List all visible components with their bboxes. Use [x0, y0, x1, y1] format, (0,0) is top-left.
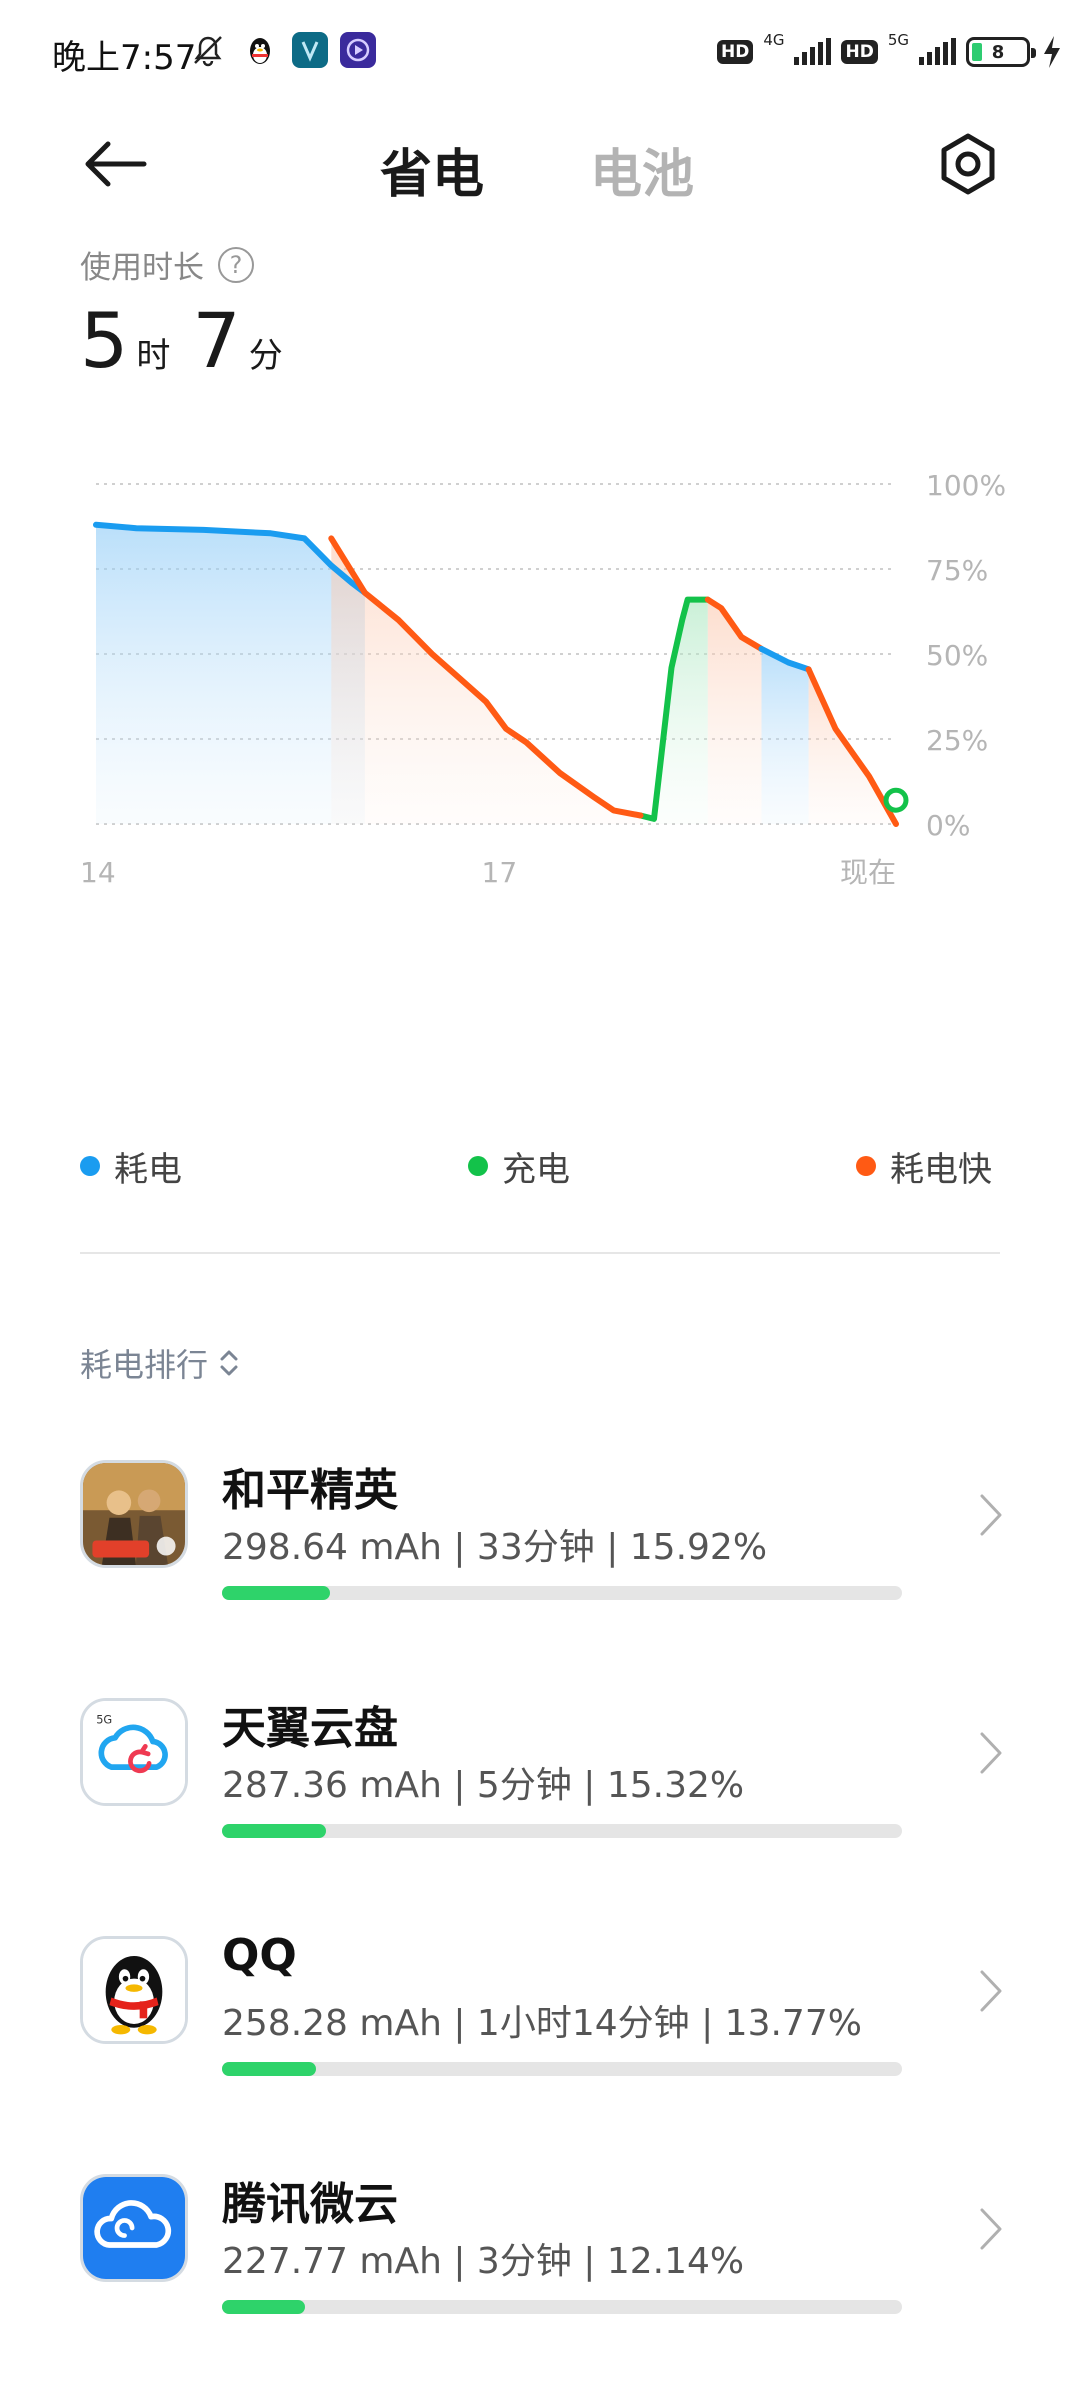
series-area-fill	[96, 524, 365, 824]
x-tick-label: 14	[80, 856, 116, 889]
app-row-heping[interactable]: 和平精英 298.64 mAh | 33分钟 | 15.92%	[0, 1434, 1080, 1634]
signal-icon	[794, 38, 832, 65]
battery-level-chart: 100% 75% 50% 25% 0% 14 17 现在	[80, 469, 1006, 889]
hd-badge: HD	[716, 40, 754, 64]
cloud-icon	[80, 2174, 188, 2282]
usage-hours: 5	[80, 296, 129, 385]
usage-time-title: 使用时长	[80, 250, 204, 286]
legend-drain-dot	[80, 1156, 100, 1176]
usage-bar-track	[222, 1586, 902, 1600]
network-type-label: 4G	[763, 31, 785, 49]
usage-bar-fill	[222, 1824, 327, 1838]
tab-power-saving[interactable]: 省电	[380, 132, 484, 207]
usage-minutes-unit: 分	[248, 336, 283, 376]
tab-battery[interactable]: 电池	[590, 132, 694, 207]
help-icon[interactable]: ?	[218, 246, 254, 283]
legend-fast-drain-label: 耗电快	[890, 1149, 992, 1190]
series-area-fill	[707, 599, 762, 824]
series-area-fill	[331, 538, 641, 824]
settings-gear-icon[interactable]	[932, 128, 1004, 200]
usage-time-value: 5 时 7 分	[80, 296, 297, 385]
hd-badge-2: HD	[841, 40, 878, 64]
charging-bolt-icon	[1044, 36, 1060, 68]
series-area-fill	[640, 599, 708, 824]
video-notification-icon	[340, 32, 376, 68]
silent-bell-icon	[194, 36, 222, 67]
app-header: 省电 电池	[0, 110, 1080, 220]
svg-text:5G: 5G	[96, 1713, 112, 1727]
signal-icon-2	[919, 38, 956, 65]
usage-time-label: 使用时长 ?	[80, 242, 254, 287]
usage-minutes: 7	[192, 296, 241, 385]
legend-drain-label: 耗电	[114, 1149, 182, 1190]
app-name: 天翼云盘	[222, 1703, 398, 1754]
legend-item-fast-drain: 耗电快	[856, 1136, 992, 1196]
battery-level: 8	[991, 41, 1005, 63]
app-name: 和平精英	[222, 1465, 398, 1516]
legend-charge-dot	[468, 1156, 488, 1176]
app-notification-icon	[292, 32, 328, 68]
y-tick-label: 0%	[926, 809, 970, 842]
app-stats: 287.36 mAh | 5分钟 | 15.32%	[222, 1765, 745, 1806]
app-name: 腾讯微云	[222, 2179, 398, 2230]
game-icon	[80, 1460, 188, 1568]
usage-bar-track	[222, 1824, 902, 1838]
usage-bar-fill	[222, 2062, 316, 2076]
app-stats: 258.28 mAh | 1小时14分钟 | 13.77%	[222, 2003, 862, 2044]
status-right: HD 4G HD 5G 8	[716, 30, 1064, 74]
chevron-right-icon	[980, 2208, 1002, 2250]
legend-charge-label: 充电	[502, 1149, 570, 1190]
y-tick-label: 50%	[926, 639, 988, 672]
legend-fast-drain-dot	[856, 1156, 876, 1176]
status-bar: 晚上7:57 HD 4G HD 5G 8	[0, 0, 1080, 100]
legend-item-drain: 耗电	[80, 1136, 182, 1196]
status-time: 晚上7:57	[52, 38, 197, 78]
app-row-qq[interactable]: QQ 258.28 mAh | 1小时14分钟 | 13.77%	[0, 1910, 1080, 2110]
app-stats: 227.77 mAh | 3分钟 | 12.14%	[222, 2241, 745, 2282]
app-name: QQ	[222, 1930, 297, 1981]
app-row-weiyun[interactable]: 腾讯微云 227.77 mAh | 3分钟 | 12.14%	[0, 2148, 1080, 2348]
back-arrow-icon[interactable]	[80, 136, 150, 192]
app-row-tianyi[interactable]: 5G 天翼云盘 287.36 mAh | 5分钟 | 15.32%	[0, 1672, 1080, 1872]
usage-hours-unit: 时	[136, 336, 171, 376]
usage-bar-fill	[222, 2300, 305, 2314]
ranking-title: 耗电排行	[80, 1346, 209, 1384]
legend-item-charge: 充电	[468, 1136, 570, 1196]
series-area-fill	[761, 648, 809, 824]
y-tick-label: 75%	[926, 554, 988, 587]
y-tick-label: 100%	[926, 469, 1006, 502]
qq-notification-icon	[242, 32, 278, 68]
ranking-sort-toggle[interactable]: 耗电排行	[80, 1340, 240, 1386]
network-type-label-2: 5G	[887, 31, 909, 49]
usage-bar-track	[222, 2062, 902, 2076]
x-tick-label: 现在	[840, 856, 896, 889]
battery-icon: 8	[966, 37, 1036, 67]
divider	[80, 1252, 1000, 1254]
chevron-right-icon	[980, 1970, 1002, 2012]
usage-bar-track	[222, 2300, 902, 2314]
app-stats: 298.64 mAh | 33分钟 | 15.92%	[222, 1527, 768, 1568]
sort-updown-icon	[220, 1350, 238, 1376]
penguin-icon	[80, 1936, 188, 2044]
chevron-right-icon	[980, 1732, 1002, 1774]
x-tick-label: 17	[482, 856, 518, 889]
usage-bar-fill	[222, 1586, 331, 1600]
chevron-right-icon	[980, 1494, 1002, 1536]
cloud-sync-icon: 5G	[80, 1698, 188, 1806]
y-tick-label: 25%	[926, 724, 988, 757]
current-level-marker	[883, 787, 909, 813]
